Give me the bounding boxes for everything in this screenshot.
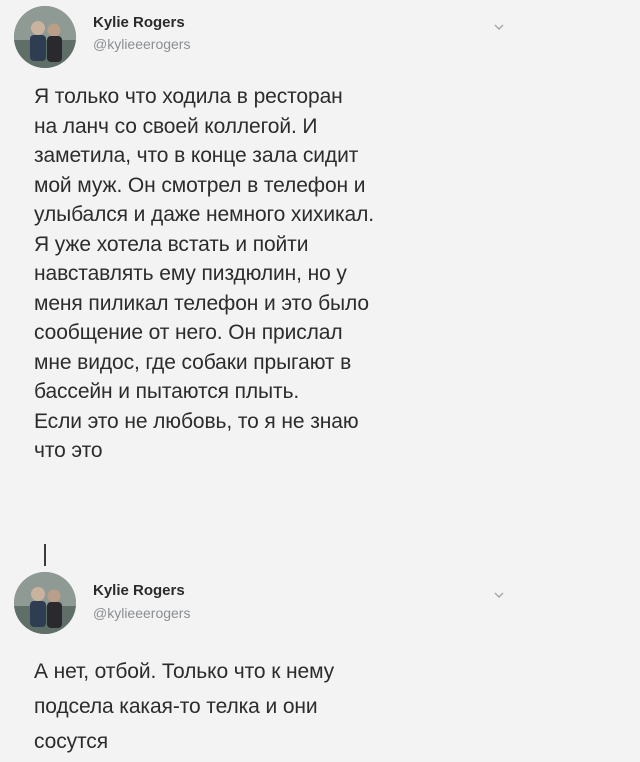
- chevron-down-icon[interactable]: [492, 20, 506, 34]
- tweet-text: Я только что ходила в ресторан на ланч с…: [34, 85, 375, 462]
- chevron-down-icon[interactable]: [492, 588, 506, 602]
- display-name[interactable]: Kylie Rogers: [93, 14, 185, 31]
- profile-photo-icon: [14, 6, 76, 68]
- user-handle[interactable]: @kylieeerogers: [93, 36, 190, 52]
- avatar[interactable]: [14, 572, 76, 634]
- tweet-text: А нет, отбой. Только что к нему подсела …: [34, 660, 335, 753]
- user-handle[interactable]: @kylieeerogers: [93, 605, 190, 621]
- display-name[interactable]: Kylie Rogers: [93, 582, 185, 599]
- thread-connector: [44, 544, 46, 566]
- avatar[interactable]: [14, 6, 76, 68]
- profile-photo-icon: [14, 572, 76, 634]
